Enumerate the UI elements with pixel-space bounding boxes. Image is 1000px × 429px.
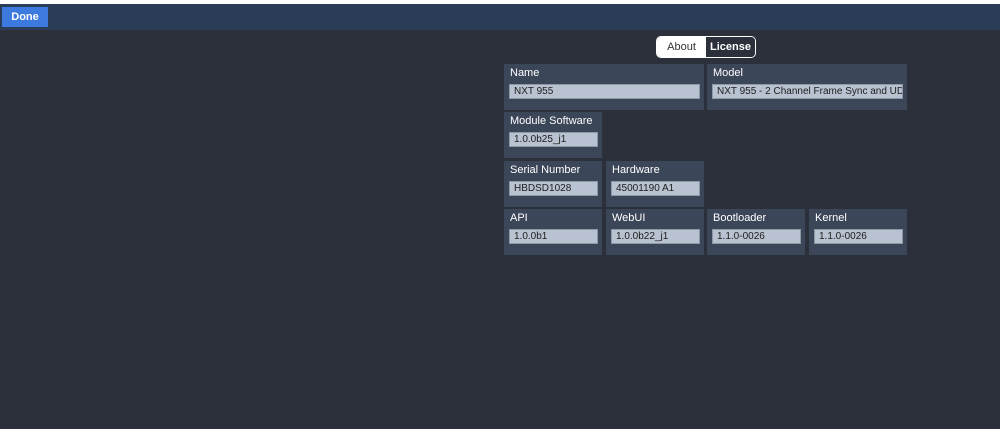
bootloader-card: Bootloader 1.1.0-0026 [707,209,805,255]
kernel-field[interactable]: 1.1.0-0026 [814,229,903,244]
webui-label: WebUI [612,212,646,224]
module-software-card: Module Software 1.0.0b25_j1 [504,112,602,158]
hardware-field[interactable]: 45001190 A1 [611,181,700,196]
model-label: Model [713,67,743,79]
name-label: Name [510,67,540,79]
tab-license[interactable]: License [706,37,755,57]
name-card: Name NXT 955 [504,64,704,110]
api-card: API 1.0.0b1 [504,209,602,255]
module-software-field[interactable]: 1.0.0b25_j1 [509,132,598,147]
webui-field[interactable]: 1.0.0b22_j1 [611,229,700,244]
bootloader-label: Bootloader [713,212,767,224]
serial-number-card: Serial Number HBDSD1028 [504,161,602,207]
top-toolbar [0,4,1000,30]
hardware-card: Hardware 45001190 A1 [606,161,704,207]
module-software-label: Module Software [510,115,593,127]
hardware-label: Hardware [612,164,660,176]
webui-card: WebUI 1.0.0b22_j1 [606,209,704,255]
api-field[interactable]: 1.0.0b1 [509,229,598,244]
tab-about[interactable]: About [657,37,706,57]
api-label: API [510,212,528,224]
kernel-label: Kernel [815,212,847,224]
model-card: Model NXT 955 - 2 Channel Frame Sync and… [707,64,907,110]
kernel-card: Kernel 1.1.0-0026 [809,209,907,255]
model-field[interactable]: NXT 955 - 2 Channel Frame Sync and UDC [712,84,903,99]
serial-number-label: Serial Number [510,164,581,176]
bootloader-field[interactable]: 1.1.0-0026 [712,229,801,244]
serial-number-field[interactable]: HBDSD1028 [509,181,598,196]
tab-switcher: About License [656,36,756,58]
name-field[interactable]: NXT 955 [509,84,700,99]
done-button[interactable]: Done [2,7,48,27]
